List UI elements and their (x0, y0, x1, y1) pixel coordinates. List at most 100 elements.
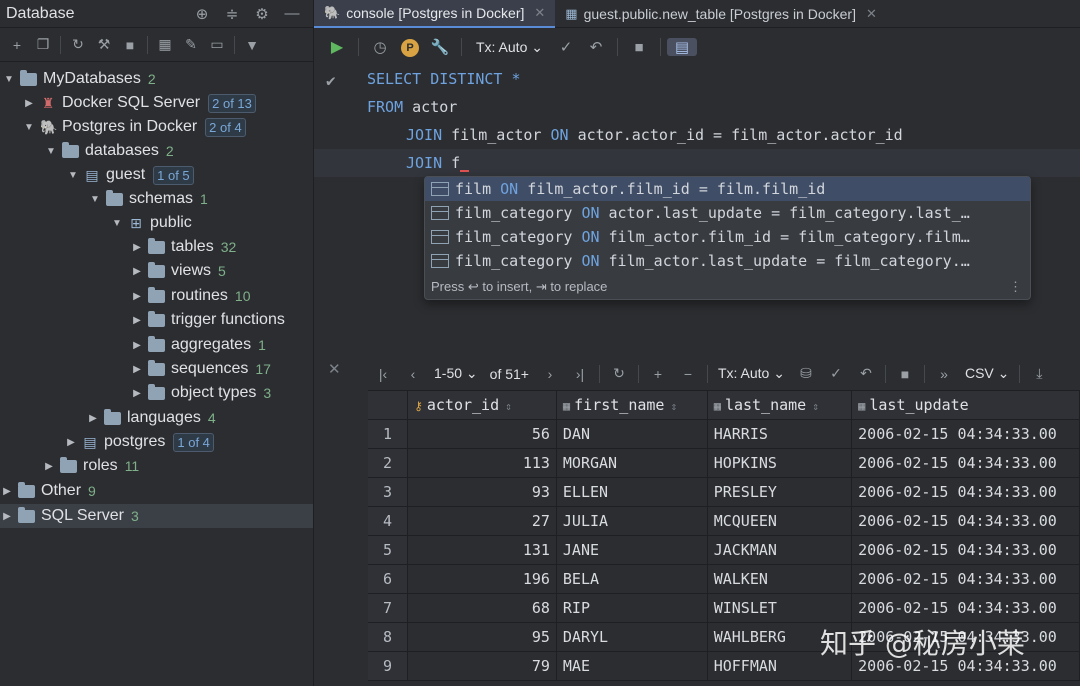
chevron-right-icon[interactable]: ▶ (0, 511, 14, 522)
chevron-right-icon[interactable]: ▶ (86, 413, 100, 424)
stop-icon[interactable]: ■ (117, 37, 143, 53)
refresh-icon[interactable]: ↻ (604, 365, 634, 382)
table-row[interactable]: 2 113 MORGAN HOPKINS 2006-02-15 04:34:33.00 (368, 448, 1080, 478)
completion-item[interactable]: film ON film_actor.film_id = film.film_i… (425, 177, 1030, 201)
tree-node[interactable]: ▼ ▤ guest 1 of 5 (0, 163, 313, 187)
chevron-down-icon[interactable]: ▼ (66, 170, 80, 181)
table-icon[interactable]: ▦ (152, 36, 178, 53)
tree-node[interactable]: ▶ roles 11 (0, 454, 313, 478)
refresh-icon[interactable]: ↻ (65, 36, 91, 53)
completion-item[interactable]: film_category ON actor.last_update = fil… (425, 201, 1030, 225)
chevron-right-icon[interactable]: ▶ (42, 461, 56, 472)
tree-node[interactable]: ▶ trigger functions (0, 308, 313, 332)
tree-node[interactable]: ▶ ♜ Docker SQL Server 2 of 13 (0, 91, 313, 115)
add-row-icon[interactable]: + (643, 366, 673, 382)
close-icon[interactable]: ✕ (534, 5, 545, 21)
column-header[interactable]: ▦ last_update (851, 391, 1080, 420)
column-header[interactable]: ⚷ actor_id ⇕ (407, 391, 557, 420)
wrench-icon[interactable]: 🔧 (425, 38, 455, 56)
commit-icon[interactable]: ✓ (551, 38, 581, 56)
page-range-select[interactable]: 1-50 ⌄ (434, 365, 478, 382)
stop-icon[interactable]: ■ (890, 366, 920, 382)
tree-node[interactable]: ▶ SQL Server 3 (0, 504, 313, 528)
rollback-icon[interactable]: ↶ (581, 38, 611, 56)
transaction-mode-select[interactable]: Tx: Auto ⌄ (476, 39, 543, 56)
completion-item[interactable]: film_category ON film_actor.film_id = fi… (425, 225, 1030, 249)
last-page-icon[interactable]: ›| (565, 366, 595, 382)
table-row[interactable]: 4 27 JULIA MCQUEEN 2006-02-15 04:34:33.00 (368, 506, 1080, 536)
table-row[interactable]: 6 196 BELA WALKEN 2006-02-15 04:34:33.00 (368, 564, 1080, 594)
stop-icon[interactable]: ■ (624, 39, 654, 56)
sort-icon[interactable]: ⇕ (670, 400, 677, 413)
commit-icon[interactable]: ✓ (821, 365, 851, 382)
tree-node[interactable]: ▼ databases 2 (0, 139, 313, 163)
chevron-right-icon[interactable]: ▶ (0, 486, 14, 497)
tree-node[interactable]: ▼ MyDatabases 2 (0, 67, 313, 91)
chevron-down-icon[interactable]: ▼ (110, 218, 124, 229)
tree-node[interactable]: ▼ ⊞ public (0, 211, 313, 235)
table-row[interactable]: 5 131 JANE JACKMAN 2006-02-15 04:34:33.00 (368, 535, 1080, 565)
copy-icon[interactable]: ❐ (30, 36, 56, 53)
results-transaction-select[interactable]: Tx: Auto ⌄ (718, 365, 785, 382)
tree-node[interactable]: ▶ views 5 (0, 259, 313, 283)
chevron-down-icon[interactable]: ▼ (44, 146, 58, 157)
chevron-right-icon[interactable]: ▶ (130, 291, 144, 302)
table-row[interactable]: 1 56 DAN HARRIS 2006-02-15 04:34:33.00 (368, 419, 1080, 449)
chevron-right-icon[interactable]: ▶ (130, 340, 144, 351)
tree-node[interactable]: ▶ sequences 17 (0, 357, 313, 381)
run-icon[interactable]: ▶ (322, 37, 352, 57)
chevron-right-icon[interactable]: ▶ (130, 315, 144, 326)
edit-icon[interactable]: ✎ (178, 36, 204, 53)
chevron-down-icon[interactable]: ▼ (88, 194, 102, 205)
tree-node[interactable]: ▶ routines 10 (0, 284, 313, 308)
db-icon[interactable]: ⛁ (791, 365, 821, 382)
close-icon[interactable]: ✕ (866, 6, 877, 22)
crosshair-icon[interactable]: ⊕ (187, 5, 217, 23)
delete-row-icon[interactable]: − (673, 366, 703, 382)
filter-icon[interactable]: ▼ (239, 37, 265, 53)
profile-button[interactable]: P (395, 38, 425, 57)
column-header[interactable]: ▦ first_name ⇕ (556, 391, 708, 420)
output-toggle-icon[interactable]: ▤ (666, 38, 697, 56)
tree-node[interactable]: ▶ tables 32 (0, 235, 313, 259)
tab-console[interactable]: 🐘 console [Postgres in Docker] ✕ (314, 0, 556, 28)
sort-icon[interactable]: ⇕ (505, 400, 512, 413)
sort-icon[interactable]: ⇕ (812, 400, 819, 413)
tree-node[interactable]: ▶ object types 3 (0, 381, 313, 405)
tree-node[interactable]: ▶ aggregates 1 (0, 333, 313, 357)
tree-node[interactable]: ▶ Other 9 (0, 479, 313, 503)
ddl-icon[interactable]: ▭ (204, 36, 230, 53)
schema-tools-icon[interactable]: ⚒ (91, 36, 117, 53)
previous-page-icon[interactable]: ‹ (398, 366, 428, 382)
minimize-icon[interactable]: — (277, 5, 307, 22)
first-page-icon[interactable]: |‹ (368, 366, 398, 382)
chevron-right-icon[interactable]: ▶ (22, 98, 36, 109)
close-results-icon[interactable]: ✕ (328, 360, 341, 378)
chevron-down-icon[interactable]: ▼ (2, 74, 16, 85)
chevron-right-icon[interactable]: ▶ (130, 242, 144, 253)
chevron-right-icon[interactable]: ▶ (130, 266, 144, 277)
more-icon[interactable]: ⋮ (1009, 279, 1022, 295)
gear-icon[interactable]: ⚙ (247, 5, 277, 23)
download-icon[interactable]: ⤓ (1024, 365, 1054, 382)
export-format-select[interactable]: CSV ⌄ (965, 365, 1009, 382)
history-icon[interactable]: ◷ (365, 38, 395, 56)
table-row[interactable]: 3 93 ELLEN PRESLEY 2006-02-15 04:34:33.00 (368, 477, 1080, 507)
rollback-icon[interactable]: ↶ (851, 365, 881, 382)
add-icon[interactable]: + (4, 37, 30, 53)
chevron-down-icon[interactable]: ▼ (22, 122, 36, 133)
tab-new-table[interactable]: ▦ guest.public.new_table [Postgres in Do… (555, 0, 887, 28)
more-chevron-icon[interactable]: » (929, 366, 959, 382)
tree-node[interactable]: ▶ ▤ postgres 1 of 4 (0, 430, 313, 454)
collapse-all-icon[interactable]: ≑ (217, 5, 247, 23)
chevron-right-icon[interactable]: ▶ (130, 388, 144, 399)
chevron-right-icon[interactable]: ▶ (64, 437, 78, 448)
next-page-icon[interactable]: › (535, 366, 565, 382)
tree-node[interactable]: ▼ 🐘 Postgres in Docker 2 of 4 (0, 115, 313, 139)
chevron-right-icon[interactable]: ▶ (130, 364, 144, 375)
table-row[interactable]: 7 68 RIP WINSLET 2006-02-15 04:34:33.00 (368, 593, 1080, 623)
tree-node[interactable]: ▼ schemas 1 (0, 187, 313, 211)
column-header[interactable]: ▦ last_name ⇕ (707, 391, 853, 420)
completion-item[interactable]: film_category ON film_actor.last_update … (425, 249, 1030, 273)
tree-node[interactable]: ▶ languages 4 (0, 406, 313, 430)
